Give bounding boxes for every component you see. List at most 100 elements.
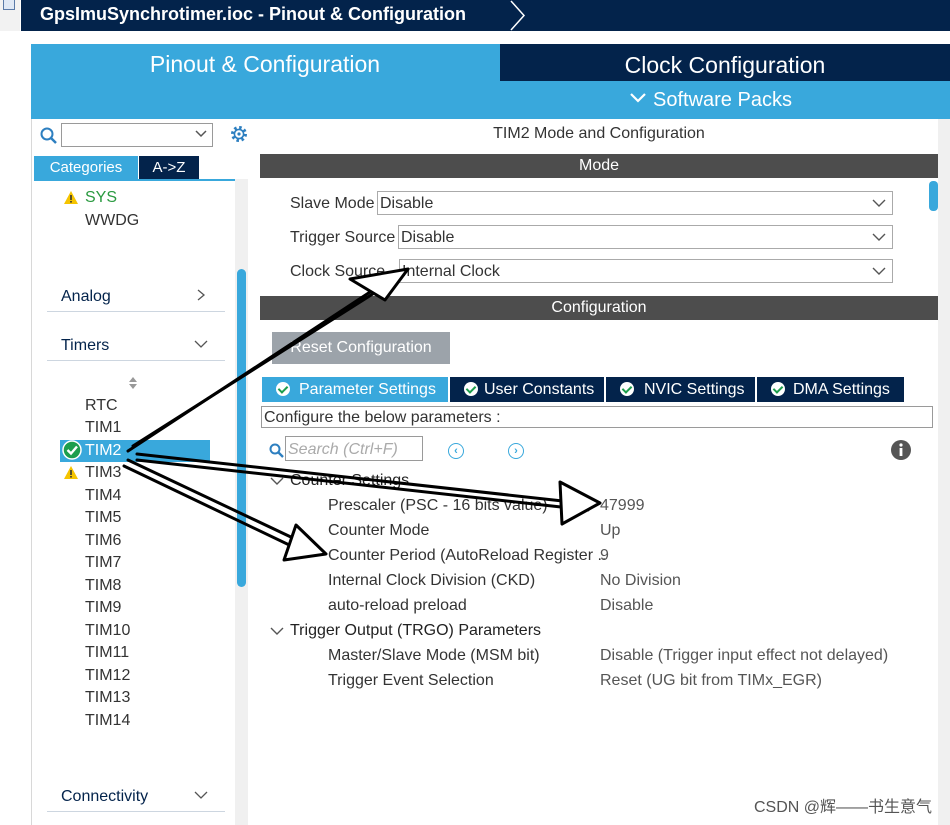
category-scrollbar-thumb[interactable]	[237, 269, 246, 587]
param-clock-division-name: Internal Clock Division (CKD)	[328, 572, 536, 589]
info-icon[interactable]	[890, 439, 912, 461]
check-circle-icon	[771, 382, 785, 396]
section-connectivity[interactable]: Connectivity	[61, 788, 148, 806]
param-msm-value[interactable]: Disable (Trigger input effect not delaye…	[600, 647, 888, 665]
param-trigger-event-value[interactable]: Reset (UG bit from TIMx_EGR)	[600, 672, 822, 690]
chevron-down-icon	[872, 267, 886, 275]
configure-hint-box: Configure the below parameters :	[261, 406, 933, 428]
category-search-row	[32, 119, 250, 153]
warning-icon	[64, 466, 78, 479]
section-analog[interactable]: Analog	[61, 288, 111, 306]
timer-item-tim11[interactable]: TIM11	[85, 644, 129, 662]
search-next-icon[interactable]: ›	[508, 443, 524, 459]
chevron-down-icon[interactable]	[270, 476, 284, 486]
tab-categories[interactable]: Categories	[34, 156, 138, 179]
timer-item-tim5[interactable]: TIM5	[85, 509, 121, 527]
param-trigger-event-name: Trigger Event Selection	[328, 672, 494, 689]
search-placeholder: Search (Ctrl+F)	[288, 441, 398, 458]
gear-icon[interactable]	[229, 124, 249, 144]
mode-header: Mode	[260, 154, 938, 178]
category-search-input[interactable]	[61, 123, 213, 147]
sort-icon[interactable]	[128, 376, 138, 390]
param-msm-name: Master/Slave Mode (MSM bit)	[328, 647, 540, 664]
parameter-search-input[interactable]: Search (Ctrl+F)	[285, 436, 423, 461]
section-divider	[47, 360, 225, 361]
chevron-down-icon[interactable]	[193, 789, 209, 801]
watermark: CSDN @辉——书生意气	[753, 799, 932, 816]
timer-item-tim3[interactable]: TIM3	[85, 464, 121, 482]
category-panel: Categories A->Z SYS WWDG Analog Timers R…	[31, 119, 250, 825]
param-clock-division-value[interactable]: No Division	[600, 572, 681, 590]
project-title[interactable]: GpsImuSynchrotimer.ioc - Pinout & Config…	[40, 4, 466, 25]
search-icon	[269, 443, 284, 458]
mode-configuration-panel: TIM2 Mode and Configuration Mode Slave M…	[258, 119, 950, 825]
timer-item-tim1[interactable]: TIM1	[85, 419, 121, 437]
tab-user-constants[interactable]: User Constants	[450, 377, 604, 402]
timer-item-tim4[interactable]: TIM4	[85, 487, 121, 505]
timer-item-tim2[interactable]: TIM2	[85, 442, 121, 460]
chevron-down-icon	[872, 233, 886, 241]
section-divider	[47, 311, 225, 312]
category-tabs: Categories A->Z	[34, 156, 244, 181]
tab-label: NVIC Settings	[644, 381, 745, 398]
mode-scrollbar-thumb[interactable]	[929, 181, 938, 211]
timer-item-rtc[interactable]: RTC	[85, 397, 118, 415]
category-item-sys[interactable]: SYS	[85, 189, 117, 207]
tab-label: DMA Settings	[793, 381, 890, 398]
tab-label: Parameter Settings	[299, 381, 436, 398]
clock-source-value: Internal Clock	[402, 263, 500, 280]
clock-source-select[interactable]: Internal Clock	[399, 259, 893, 283]
trigger-source-select[interactable]: Disable	[398, 225, 893, 249]
param-prescaler-value[interactable]: 47999	[600, 497, 645, 515]
check-circle-icon	[62, 440, 82, 460]
chevron-down-icon	[630, 93, 646, 103]
check-circle-icon	[620, 382, 634, 396]
tab-dma-settings[interactable]: DMA Settings	[757, 377, 904, 402]
chevron-down-icon	[872, 199, 886, 207]
trigger-source-label: Trigger Source	[290, 229, 396, 246]
group-trigger-output[interactable]: Trigger Output (TRGO) Parameters	[290, 622, 541, 640]
timer-item-tim6[interactable]: TIM6	[85, 532, 121, 550]
clock-source-label: Clock Source	[290, 263, 386, 280]
timer-item-tim14[interactable]: TIM14	[85, 712, 130, 730]
group-counter-settings[interactable]: Counter Settings	[290, 472, 409, 490]
timer-item-tim9[interactable]: TIM9	[85, 599, 121, 617]
param-counter-mode-value[interactable]: Up	[600, 522, 620, 540]
timer-item-tim12[interactable]: TIM12	[85, 667, 130, 685]
section-timers[interactable]: Timers	[61, 337, 109, 355]
breadcrumb-chevron-icon	[510, 0, 526, 31]
search-icon[interactable]	[40, 127, 58, 145]
slave-mode-label: Slave Mode	[290, 195, 375, 212]
configuration-header: Configuration	[260, 296, 938, 320]
tab-clock-configuration[interactable]: Clock Configuration	[500, 44, 950, 81]
param-auto-reload-value[interactable]: Disable	[600, 597, 653, 615]
window-title-bar: GpsImuSynchrotimer.ioc - Pinout & Config…	[0, 0, 950, 31]
panel-title: TIM2 Mode and Configuration	[493, 125, 705, 142]
slave-mode-value: Disable	[380, 195, 434, 212]
document-icon	[0, 0, 20, 31]
trigger-source-value: Disable	[401, 229, 455, 246]
param-counter-period-value[interactable]: 9	[600, 547, 609, 565]
timer-item-tim10[interactable]: TIM10	[85, 622, 130, 640]
check-circle-icon	[276, 382, 290, 396]
reset-configuration-button[interactable]: Reset Configuration	[272, 332, 450, 364]
tab-label: User Constants	[484, 381, 595, 398]
selected-row-highlight	[60, 440, 210, 462]
chevron-down-icon[interactable]	[193, 338, 209, 350]
timer-item-tim13[interactable]: TIM13	[85, 689, 130, 707]
search-previous-icon[interactable]: ‹	[448, 443, 464, 459]
timer-item-tim8[interactable]: TIM8	[85, 577, 121, 595]
timer-item-tim7[interactable]: TIM7	[85, 554, 121, 572]
software-packs-label: Software Packs	[653, 89, 792, 111]
tab-a-z[interactable]: A->Z	[139, 156, 199, 179]
tab-pinout-configuration[interactable]: Pinout & Configuration	[31, 44, 499, 81]
slave-mode-select[interactable]: Disable	[377, 191, 893, 215]
chevron-right-icon[interactable]	[195, 288, 207, 302]
tab-nvic-settings[interactable]: NVIC Settings	[606, 377, 755, 402]
category-item-wwdg[interactable]: WWDG	[85, 212, 139, 230]
software-packs-menu[interactable]: Software Packs	[629, 89, 792, 112]
chevron-down-icon[interactable]	[270, 626, 284, 636]
tab-parameter-settings[interactable]: Parameter Settings	[262, 377, 448, 402]
panel-edge-scrollbar[interactable]	[938, 119, 950, 825]
warning-icon	[64, 191, 78, 204]
